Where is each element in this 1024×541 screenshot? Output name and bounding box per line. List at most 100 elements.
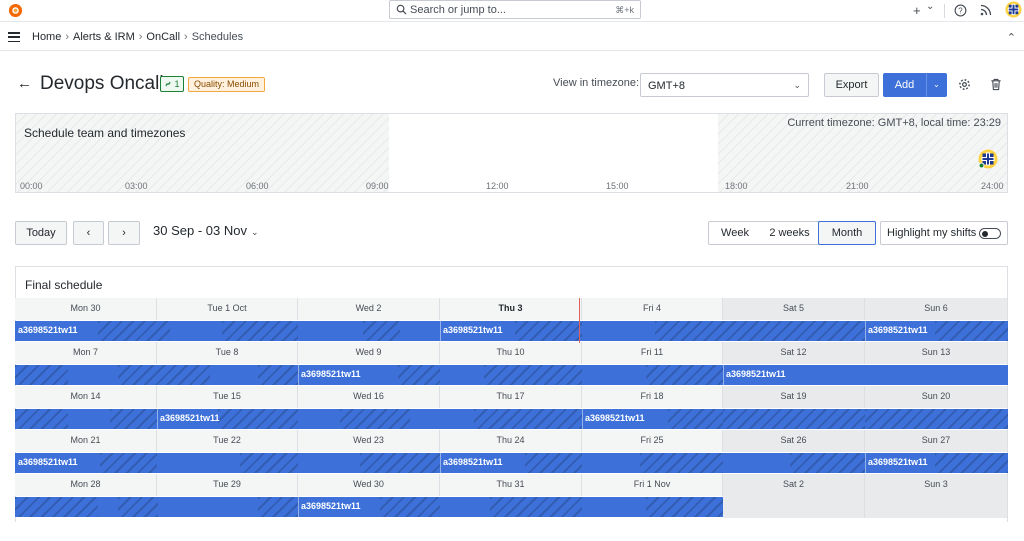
day-header: Wed 16	[298, 386, 440, 408]
view-month-button[interactable]: Month	[818, 221, 876, 245]
day-header: Tue 1 Oct	[157, 298, 298, 320]
day-header: Sun 20	[865, 386, 1008, 408]
day-header: Fri 25	[582, 430, 723, 452]
rss-news-icon[interactable]	[980, 4, 992, 16]
shift-row: a3698521tw11 a3698521tw11 a3698521tw11	[15, 453, 1008, 473]
day-header: Fri 11	[582, 342, 723, 364]
day-header: Mon 28	[15, 474, 157, 496]
day-header: Wed 9	[298, 342, 440, 364]
time-tick: 00:00	[20, 181, 43, 191]
shift-user-label[interactable]: a3698521tw11	[443, 457, 503, 467]
day-header: Sun 13	[865, 342, 1008, 364]
shift-row: a3698521tw11 a3698521tw11 a3698521tw11	[15, 321, 1008, 341]
shift-user-label[interactable]: a3698521tw11	[585, 413, 645, 423]
team-member-avatar[interactable]	[978, 149, 998, 169]
day-header: Sat 5	[723, 298, 865, 320]
quality-badge[interactable]: Quality: Medium	[188, 77, 266, 92]
empty-day-cell	[723, 496, 865, 518]
shift-row: a3698521tw11 a3698521tw11	[15, 365, 1008, 385]
search-placeholder: Search or jump to...	[410, 4, 506, 16]
day-header: Thu 31	[440, 474, 582, 496]
trash-icon[interactable]	[990, 78, 1002, 91]
day-header: Sun 6	[865, 298, 1008, 320]
date-range-picker[interactable]: 30 Sep - 03 Nov ⌄	[153, 223, 259, 238]
new-plus-button[interactable]: +	[913, 3, 921, 18]
view-2weeks-button[interactable]: 2 weeks	[761, 222, 818, 244]
day-header: Fri 18	[582, 386, 723, 408]
breadcrumb-oncall[interactable]: OnCall	[146, 31, 180, 43]
team-timezones-panel: Schedule team and timezones Current time…	[15, 113, 1008, 193]
shift-user-label[interactable]: a3698521tw11	[301, 369, 361, 379]
time-tick: 21:00	[846, 181, 869, 191]
divider	[944, 4, 945, 18]
timezone-value: GMT+8	[648, 80, 685, 92]
view-switcher: Week 2 weeks Month	[708, 221, 876, 245]
today-button[interactable]: Today	[15, 221, 67, 245]
export-button[interactable]: Export	[824, 73, 879, 97]
day-header: Wed 2	[298, 298, 440, 320]
highlight-my-shifts-toggle[interactable]	[979, 228, 1001, 239]
menu-icon[interactable]	[8, 32, 20, 43]
help-icon[interactable]: ?	[954, 4, 967, 17]
day-header: Mon 21	[15, 430, 157, 452]
day-header: Thu 3	[440, 298, 582, 320]
day-header: Mon 14	[15, 386, 157, 408]
shift-user-label[interactable]: a3698521tw11	[18, 325, 78, 335]
keyboard-shortcut-hint: ⌘+k	[615, 5, 634, 15]
next-button[interactable]: ›	[108, 221, 140, 245]
shift-user-label[interactable]: a3698521tw11	[868, 325, 928, 335]
timezone-select[interactable]: GMT+8 ⌄	[640, 73, 809, 97]
linked-integrations-badge[interactable]: 1	[160, 76, 184, 92]
day-header: Sun 3	[865, 474, 1008, 496]
shift-row: a3698521tw11	[15, 497, 723, 517]
view-week-button[interactable]: Week	[709, 222, 761, 244]
chevron-down-icon: ⌄	[250, 227, 259, 237]
shift-user-label[interactable]: a3698521tw11	[726, 369, 786, 379]
back-arrow-icon[interactable]: ←	[17, 75, 32, 92]
link-count: 1	[174, 79, 180, 89]
day-header: Tue 8	[157, 342, 298, 364]
shift-user-label[interactable]: a3698521tw11	[301, 501, 361, 511]
current-timezone-text: Current timezone: GMT+8, local time: 23:…	[787, 117, 1001, 129]
day-header: Mon 7	[15, 342, 157, 364]
shift-user-label[interactable]: a3698521tw11	[160, 413, 220, 423]
breadcrumb-home[interactable]: Home	[32, 31, 61, 43]
previous-button[interactable]: ‹	[73, 221, 104, 245]
breadcrumb-alerts-irm[interactable]: Alerts & IRM	[73, 31, 135, 43]
day-header: Sat 19	[723, 386, 865, 408]
time-tick: 06:00	[246, 181, 269, 191]
day-header: Wed 23	[298, 430, 440, 452]
add-options-chevron-icon[interactable]: ⌄	[926, 73, 947, 97]
day-header: Thu 24	[440, 430, 582, 452]
search-icon	[396, 4, 407, 15]
day-header: Sat 12	[723, 342, 865, 364]
time-tick: 18:00	[725, 181, 748, 191]
day-header: Thu 10	[440, 342, 582, 364]
timezones-panel-title: Schedule team and timezones	[24, 126, 186, 140]
breadcrumb-schedules[interactable]: Schedules	[192, 31, 243, 43]
highlight-my-shifts-label: Highlight my shifts	[887, 227, 977, 239]
highlight-my-shifts-control: Highlight my shifts	[880, 221, 1008, 245]
shift-user-label[interactable]: a3698521tw11	[18, 457, 78, 467]
search-input[interactable]: Search or jump to... ⌘+k	[389, 0, 641, 19]
gear-icon[interactable]	[958, 78, 971, 91]
chevron-up-icon[interactable]: ⌃	[1007, 31, 1016, 44]
day-header: Sat 2	[723, 474, 865, 496]
user-avatar[interactable]	[1005, 1, 1022, 18]
shift-user-label[interactable]: a3698521tw11	[443, 325, 503, 335]
breadcrumb-bar: Home › Alerts & IRM › OnCall › Schedules ⌃	[0, 23, 1024, 51]
svg-text:?: ?	[958, 7, 963, 16]
add-button[interactable]: Add	[883, 73, 926, 97]
empty-day-cell	[865, 496, 1008, 518]
chevron-down-icon[interactable]: ⌄	[926, 1, 934, 12]
timezone-label: View in timezone:	[553, 77, 640, 89]
time-tick: 24:00	[981, 181, 1004, 191]
day-header: Wed 30	[298, 474, 440, 496]
time-tick: 15:00	[606, 181, 629, 191]
final-schedule-title: Final schedule	[25, 278, 103, 292]
shift-user-label[interactable]: a3698521tw11	[868, 457, 928, 467]
day-header: Fri 1 Nov	[582, 474, 723, 496]
top-nav-bar: Search or jump to... ⌘+k + ⌄ ?	[0, 0, 1024, 22]
grafana-logo-icon[interactable]	[8, 3, 23, 18]
day-header: Fri 4	[582, 298, 723, 320]
